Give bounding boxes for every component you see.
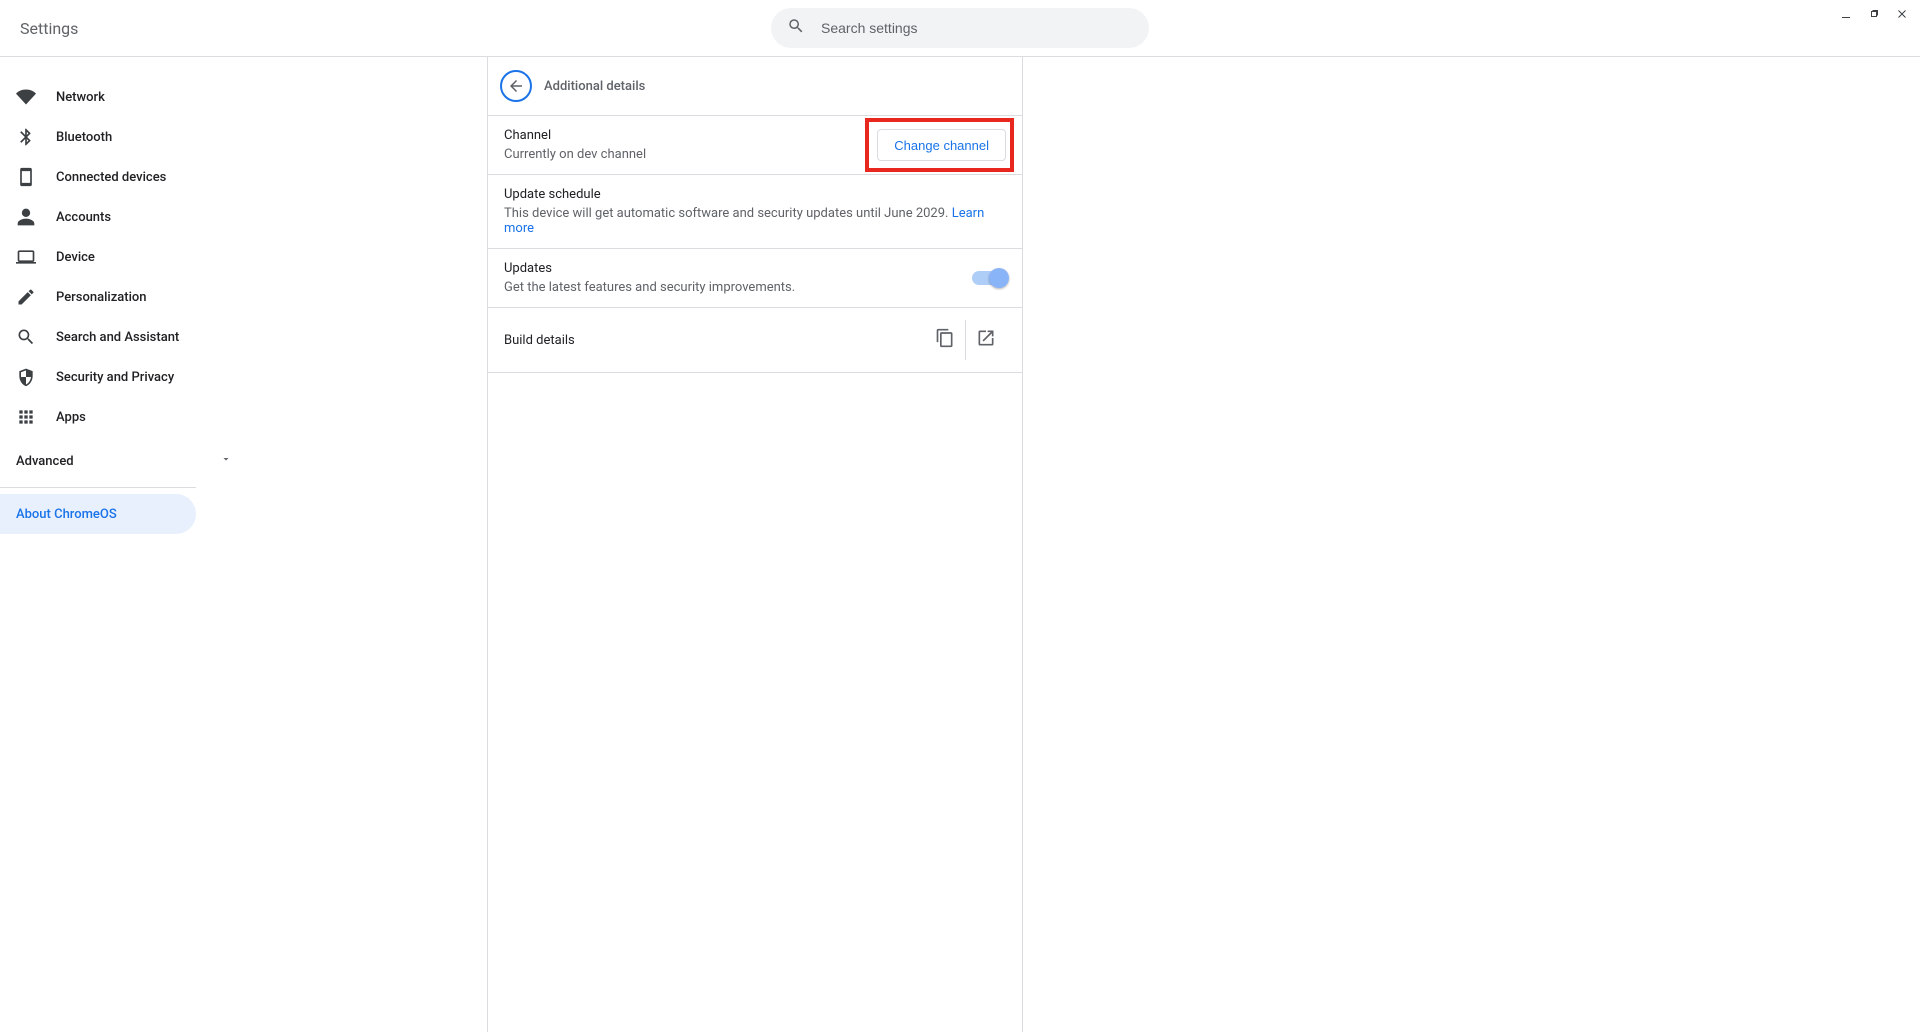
sidebar-separator: [0, 487, 196, 488]
app-title: Settings: [20, 19, 78, 38]
search-input[interactable]: [819, 19, 1133, 37]
smartphone-icon: [16, 167, 36, 187]
sidebar-item-connected-devices[interactable]: Connected devices: [0, 157, 256, 197]
sidebar-item-personalization[interactable]: Personalization: [0, 277, 256, 317]
sidebar-item-label: Bluetooth: [56, 130, 112, 145]
sidebar-item-apps[interactable]: Apps: [0, 397, 256, 437]
updates-sublabel: Get the latest features and security imp…: [504, 280, 795, 295]
laptop-icon: [16, 247, 36, 267]
schedule-text: This device will get automatic software …: [504, 206, 952, 221]
sidebar-item-accounts[interactable]: Accounts: [0, 197, 256, 237]
build-details-label: Build details: [504, 333, 575, 348]
sidebar-item-label: About ChromeOS: [16, 507, 117, 522]
sidebar: Network Bluetooth Connected devices Acco…: [0, 57, 256, 1032]
panel-header: Additional details: [488, 57, 1022, 115]
sidebar-item-label: Connected devices: [56, 170, 166, 185]
copy-build-button[interactable]: [925, 320, 965, 360]
wifi-icon: [16, 87, 36, 107]
settings-panel: Additional details Channel Currently on …: [487, 57, 1023, 1032]
channel-label: Channel: [504, 128, 646, 143]
sidebar-item-label: Personalization: [56, 290, 147, 305]
bluetooth-icon: [16, 127, 36, 147]
build-actions: [925, 320, 1006, 360]
person-icon: [16, 207, 36, 227]
panel-title: Additional details: [544, 79, 645, 94]
sidebar-item-security-privacy[interactable]: Security and Privacy: [0, 357, 256, 397]
row-update-schedule: Update schedule This device will get aut…: [488, 175, 1022, 249]
open-build-details-button[interactable]: [966, 320, 1006, 360]
channel-sublabel: Currently on dev channel: [504, 147, 646, 162]
search-icon: [787, 17, 805, 39]
search-box[interactable]: [771, 8, 1149, 48]
schedule-label: Update schedule: [504, 187, 1006, 202]
updates-toggle[interactable]: [972, 271, 1006, 285]
row-channel: Channel Currently on dev channel Change …: [488, 116, 1022, 175]
copy-icon: [935, 328, 955, 352]
sidebar-advanced-toggle[interactable]: Advanced: [0, 441, 256, 481]
sidebar-item-label: Security and Privacy: [56, 370, 174, 385]
open-in-new-icon: [976, 328, 996, 352]
highlight-box: Change channel: [877, 129, 1006, 161]
sidebar-item-search-assistant[interactable]: Search and Assistant: [0, 317, 256, 357]
sidebar-item-network[interactable]: Network: [0, 77, 256, 117]
row-build-details[interactable]: Build details: [488, 308, 1022, 373]
change-channel-button[interactable]: Change channel: [877, 129, 1006, 161]
edit-icon: [16, 287, 36, 307]
sidebar-item-about-chromeos[interactable]: About ChromeOS: [0, 494, 196, 534]
shield-icon: [16, 367, 36, 387]
main: Additional details Channel Currently on …: [256, 57, 1920, 1032]
topbar: Settings: [0, 0, 1920, 56]
chevron-down-icon: [220, 453, 232, 469]
apps-icon: [16, 407, 36, 427]
sidebar-item-label: Search and Assistant: [56, 330, 179, 345]
advanced-label: Advanced: [16, 454, 74, 469]
updates-label: Updates: [504, 261, 795, 276]
sidebar-item-label: Device: [56, 250, 95, 265]
search-icon: [16, 327, 36, 347]
sidebar-item-label: Network: [56, 90, 105, 105]
schedule-sublabel: This device will get automatic software …: [504, 206, 1006, 236]
sidebar-item-bluetooth[interactable]: Bluetooth: [0, 117, 256, 157]
sidebar-item-label: Accounts: [56, 210, 111, 225]
sidebar-item-device[interactable]: Device: [0, 237, 256, 277]
sidebar-item-label: Apps: [56, 410, 86, 425]
row-updates: Updates Get the latest features and secu…: [488, 249, 1022, 308]
back-button[interactable]: [500, 70, 532, 102]
